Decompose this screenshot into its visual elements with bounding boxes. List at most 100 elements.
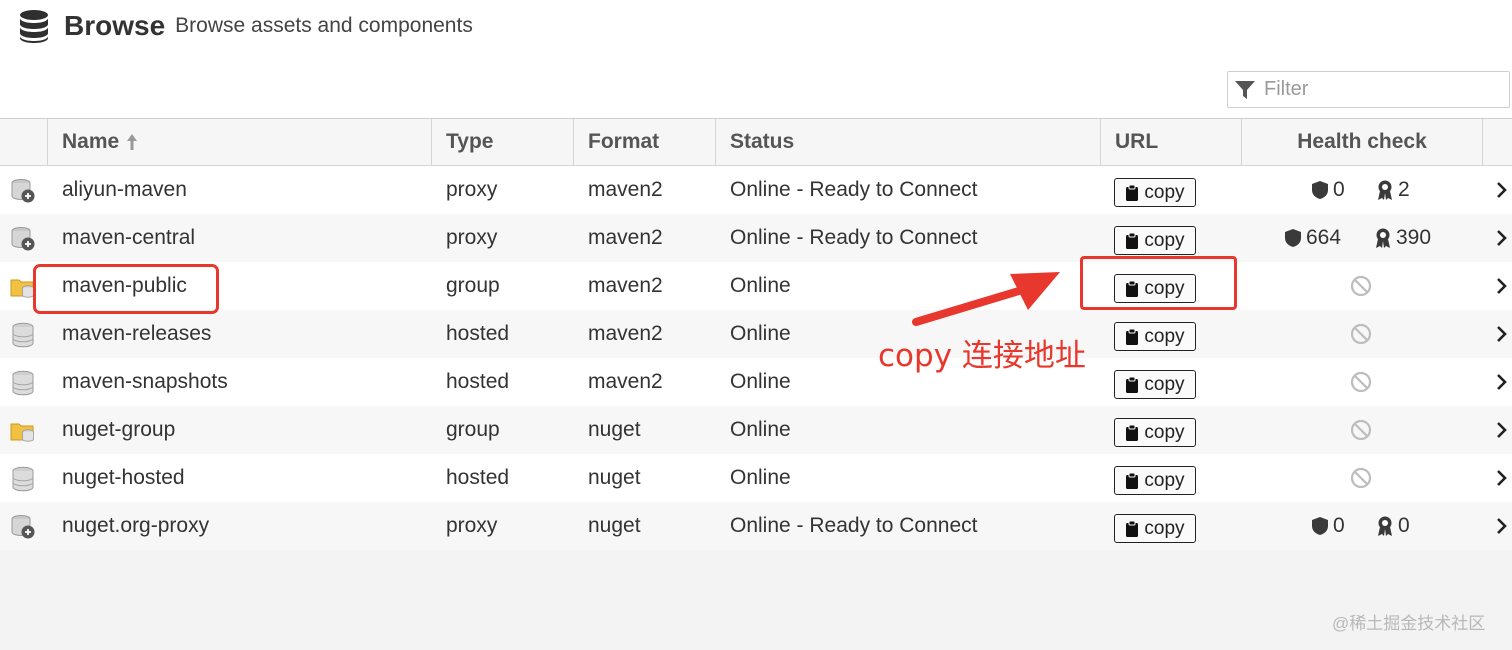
repo-type: proxy — [446, 178, 498, 201]
annotation-highlight-maven-public — [33, 264, 219, 314]
column-header-health[interactable]: Health check — [1241, 119, 1482, 165]
health-licenses[interactable]: 0 — [1376, 502, 1410, 550]
group-repo-icon — [10, 418, 36, 444]
column-header-name[interactable]: Name — [47, 119, 431, 165]
shield-icon — [1285, 229, 1301, 247]
copy-url-button[interactable]: copy — [1114, 418, 1196, 447]
filter-box[interactable] — [1227, 71, 1510, 108]
chevron-right-icon[interactable] — [1494, 277, 1508, 295]
column-header-type-label: Type — [446, 130, 494, 153]
table-row[interactable]: maven-central proxy maven2 Online - Ready t… — [0, 214, 1512, 262]
health-vulnerabilities[interactable]: 0 — [1311, 502, 1345, 550]
chevron-right-icon[interactable] — [1494, 181, 1508, 199]
clipboard-icon — [1126, 184, 1139, 201]
repo-type: proxy — [446, 514, 498, 537]
table-row[interactable]: nuget-group group nuget Online copy — [0, 406, 1512, 454]
column-header-name-label: Name — [62, 130, 120, 153]
copy-label: copy — [1144, 325, 1185, 347]
chevron-right-icon[interactable] — [1494, 373, 1508, 391]
repo-type: group — [446, 418, 500, 441]
health-disabled-icon — [1350, 323, 1372, 345]
health-disabled-icon — [1350, 419, 1372, 441]
chevron-right-icon[interactable] — [1494, 421, 1508, 439]
table-row[interactable]: nuget.org-proxy proxy nuget Online - Ready … — [0, 502, 1512, 550]
copy-url-button[interactable]: copy — [1114, 226, 1196, 255]
database-icon — [20, 10, 48, 43]
repo-status: Online - Ready to Connect — [730, 226, 978, 249]
chevron-right-icon[interactable] — [1494, 325, 1508, 343]
column-header-type[interactable]: Type — [431, 119, 573, 165]
clipboard-icon — [1126, 472, 1139, 489]
copy-url-button[interactable]: copy — [1114, 370, 1196, 399]
copy-label: copy — [1144, 373, 1185, 395]
table-row[interactable]: nuget-hosted hosted nuget Online copy — [0, 454, 1512, 502]
repo-name[interactable]: nuget-hosted — [62, 454, 185, 502]
proxy-repo-icon — [10, 514, 36, 540]
repo-name[interactable]: nuget.org-proxy — [62, 502, 209, 550]
repo-format: nuget — [588, 418, 641, 441]
copy-url-button[interactable]: copy — [1114, 322, 1196, 351]
page-title: Browse — [64, 10, 166, 41]
repo-format: nuget — [588, 514, 641, 537]
chevron-right-icon[interactable] — [1494, 517, 1508, 535]
repo-format: maven2 — [588, 274, 663, 297]
sort-ascending-icon — [127, 134, 138, 150]
copy-url-button[interactable]: copy — [1114, 466, 1196, 495]
health-licenses[interactable]: 2 — [1376, 166, 1410, 214]
repo-type: group — [446, 274, 500, 297]
page-subtitle: Browse assets and components — [175, 14, 473, 37]
shield-icon — [1312, 181, 1328, 199]
repo-type: hosted — [446, 466, 510, 489]
clipboard-icon — [1126, 424, 1139, 441]
health-vulnerabilities[interactable]: 664 — [1284, 214, 1341, 262]
copy-url-button[interactable]: copy — [1114, 178, 1196, 207]
health-licenses[interactable]: 390 — [1374, 214, 1431, 262]
column-header-health-label: Health check — [1297, 130, 1427, 153]
table-row[interactable]: maven-public group maven2 Online copy — [0, 262, 1512, 310]
health-disabled-icon — [1350, 371, 1372, 393]
repo-format: maven2 — [588, 178, 663, 201]
clipboard-icon — [1126, 520, 1139, 537]
copy-url-button[interactable]: copy — [1114, 514, 1196, 543]
repo-status: Online — [730, 466, 791, 489]
column-header-url[interactable]: URL — [1100, 119, 1241, 165]
watermark: @稀土掘金技术社区 — [1332, 614, 1486, 633]
column-header-status[interactable]: Status — [715, 119, 1100, 165]
repo-format: maven2 — [588, 226, 663, 249]
repo-name[interactable]: aliyun-maven — [62, 166, 187, 214]
table-row[interactable]: maven-snapshots hosted maven2 Online copy — [0, 358, 1512, 406]
repo-name[interactable]: maven-releases — [62, 310, 211, 358]
filter-input[interactable] — [1264, 78, 1494, 101]
repo-type: proxy — [446, 226, 498, 249]
copy-label: copy — [1144, 517, 1185, 539]
license-ribbon-icon — [1376, 228, 1390, 248]
repo-status: Online - Ready to Connect — [730, 178, 978, 201]
table-row[interactable]: aliyun-maven proxy maven2 Online - Ready to… — [0, 166, 1512, 214]
annotation-arrow-icon — [912, 272, 1060, 326]
repo-name[interactable]: nuget-group — [62, 406, 175, 454]
repo-name[interactable]: maven-snapshots — [62, 358, 228, 406]
vulnerability-count: 0 — [1333, 178, 1345, 201]
repo-status: Online — [730, 418, 791, 441]
column-header-format-label: Format — [588, 130, 660, 153]
repo-type: hosted — [446, 370, 510, 393]
table-row[interactable]: maven-releases hosted maven2 Online copy — [0, 310, 1512, 358]
copy-label: copy — [1144, 181, 1185, 203]
license-count: 390 — [1396, 226, 1432, 249]
funnel-icon — [1235, 80, 1255, 99]
repository-grid: Name Type Format Status URL Health check… — [0, 118, 1512, 650]
repo-status: Online — [730, 370, 791, 393]
health-disabled-icon — [1350, 275, 1372, 297]
repo-name[interactable]: maven-central — [62, 214, 195, 262]
repo-status: Online — [730, 274, 791, 297]
proxy-repo-icon — [10, 178, 36, 204]
column-header-format[interactable]: Format — [573, 119, 715, 165]
health-vulnerabilities[interactable]: 0 — [1311, 166, 1345, 214]
header-chevron-column — [1482, 119, 1512, 165]
chevron-right-icon[interactable] — [1494, 469, 1508, 487]
chevron-right-icon[interactable] — [1494, 229, 1508, 247]
hosted-repo-icon — [10, 370, 36, 396]
clipboard-icon — [1126, 232, 1139, 249]
hosted-repo-icon — [10, 322, 36, 348]
grid-header: Name Type Format Status URL Health check — [0, 119, 1512, 166]
